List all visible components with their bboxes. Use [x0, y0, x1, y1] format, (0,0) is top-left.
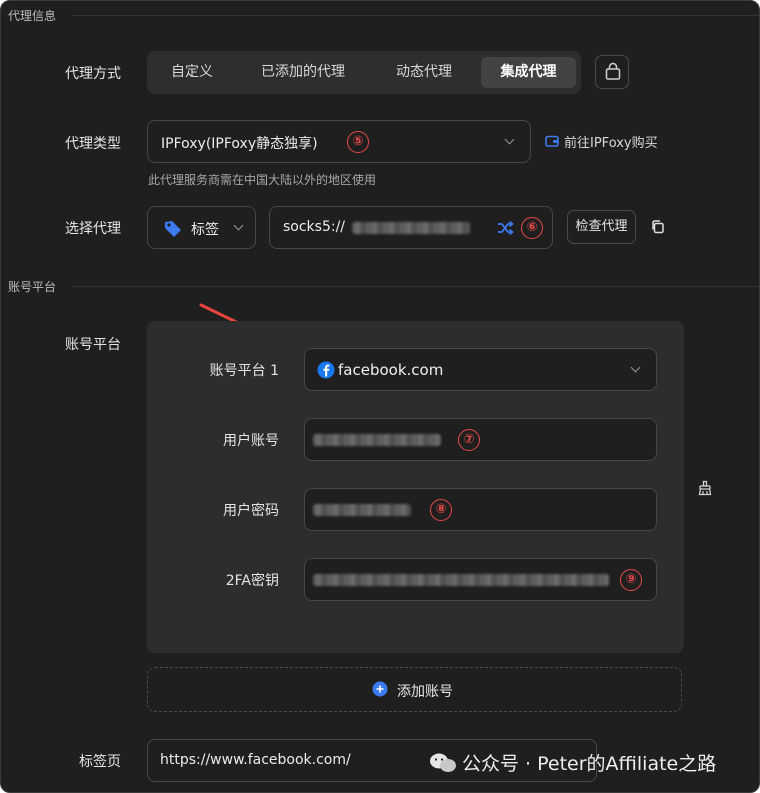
proxy-method-option-dynamic[interactable]: 动态代理	[373, 57, 475, 88]
proxy-type-hint: 此代理服务商需在中国大陆以外的地区使用	[148, 173, 377, 187]
annotation-badge-8: ⑧	[430, 499, 452, 521]
redacted-password	[313, 504, 411, 516]
shopping-bag-icon	[605, 62, 621, 80]
plus-circle-icon	[372, 681, 388, 697]
chevron-down-icon	[630, 362, 641, 373]
chevron-down-icon	[233, 220, 244, 231]
watermark-text: 公众号 · Peter的Affiliate之路	[462, 753, 717, 775]
annotation-badge-7: ⑦	[458, 429, 480, 451]
proxy-type-value: IPFoxy(IPFoxy静态独享)	[161, 136, 318, 152]
proxy-tag-value: 标签	[191, 222, 219, 238]
proxy-method-segmented: 自定义 已添加的代理 动态代理 集成代理	[147, 51, 581, 94]
username-label: 用户账号	[223, 433, 279, 449]
tag-icon	[165, 221, 181, 237]
proxy-address-input[interactable]: socks5:// ⑥	[269, 206, 553, 249]
redacted-twofa-key	[313, 574, 609, 586]
section-divider	[73, 286, 759, 287]
password-input[interactable]: ⑧	[304, 488, 657, 531]
section-title-proxy-info: 代理信息	[8, 9, 57, 23]
shop-button[interactable]	[595, 55, 629, 89]
shuffle-icon[interactable]	[496, 219, 514, 237]
proxy-settings-window: 代理信息 代理方式 自定义 已添加的代理 动态代理 集成代理 代理类型 IPFo…	[0, 0, 760, 793]
platform-label: 账号平台 1	[209, 363, 279, 379]
annotation-badge-9: ⑨	[620, 569, 642, 591]
proxy-tag-select[interactable]: 标签	[147, 206, 256, 249]
redacted-proxy-host	[352, 222, 470, 234]
proxy-address-value: socks5://	[283, 219, 346, 235]
wallet-icon	[545, 135, 559, 147]
buy-ipfoxy-link[interactable]: 前往IPFoxy购买	[564, 132, 658, 151]
chevron-down-icon	[504, 134, 515, 145]
proxy-method-option-custom[interactable]: 自定义	[153, 57, 231, 88]
annotation-badge-6: ⑥	[521, 217, 543, 239]
copy-icon[interactable]	[650, 219, 666, 235]
proxy-method-option-integrated[interactable]: 集成代理	[481, 57, 576, 88]
twofa-label: 2FA密钥	[225, 573, 279, 589]
platform-value: facebook.com	[338, 361, 444, 379]
clear-broom-icon[interactable]	[697, 480, 713, 496]
facebook-icon	[317, 361, 335, 379]
password-label: 用户密码	[223, 503, 279, 519]
select-proxy-label: 选择代理	[65, 221, 121, 237]
annotation-badge-5: ⑤	[347, 131, 369, 153]
account-platform-label: 账号平台	[65, 337, 121, 353]
redacted-username	[313, 434, 441, 446]
add-account-button[interactable]: 添加账号	[147, 667, 682, 712]
section-divider	[73, 15, 759, 16]
account-panel: 账号平台 1 facebook.com 用户账号 ⑦ 用户密码 ⑧ 2FA密钥 …	[147, 321, 684, 653]
platform-select[interactable]: facebook.com	[304, 348, 657, 391]
twofa-input[interactable]: ⑨	[304, 558, 657, 601]
wechat-icon	[430, 753, 456, 772]
proxy-type-select[interactable]: IPFoxy(IPFoxy静态独享) ⑤	[147, 120, 531, 163]
proxy-method-label: 代理方式	[65, 66, 121, 82]
tab-page-label: 标签页	[79, 754, 121, 770]
tab-page-value: https://www.facebook.com/	[160, 752, 351, 768]
proxy-type-label: 代理类型	[65, 136, 121, 152]
add-account-label: 添加账号	[397, 684, 453, 700]
section-title-account-platform: 账号平台	[8, 280, 57, 294]
check-proxy-button[interactable]: 检查代理	[567, 210, 636, 244]
username-input[interactable]: ⑦	[304, 418, 657, 461]
proxy-method-option-added[interactable]: 已添加的代理	[239, 57, 367, 88]
